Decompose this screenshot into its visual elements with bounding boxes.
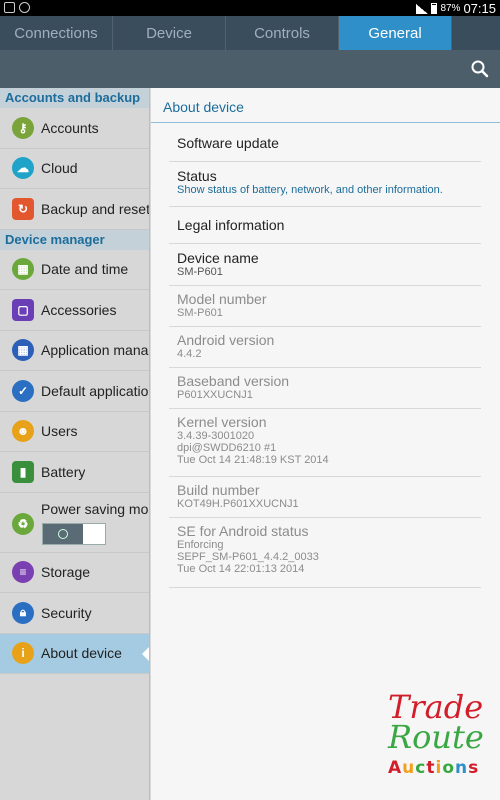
battery-icon: ▮ [12,460,34,483]
about-list: Software update Status Show status of ba… [169,125,481,588]
sidebar-item-label: Security [41,604,92,621]
sidebar-item-label: Accounts [41,119,99,136]
kernel-version-row: Kernel version 3.4.39-3001020 dpi@SWDD62… [169,409,481,477]
settings-sidebar: Accounts and backup ⚷ Accounts ☁ Cloud ↻… [0,88,150,800]
sidebar-item-power-saving-mode[interactable]: ♻ Power saving mode [0,493,149,553]
row-value: 4.4.2 [177,348,202,360]
software-update-row[interactable]: Software update [169,125,481,162]
sidebar-item-label: About device [41,645,122,662]
info-icon: i [12,642,34,665]
sidebar-item-cloud[interactable]: ☁ Cloud [0,149,149,189]
row-title: Kernel version [177,414,267,430]
row-title: Build number [177,482,260,498]
tab-connections[interactable]: Connections [0,16,113,50]
row-title: Android version [177,332,275,348]
row-value: Enforcing [177,539,224,551]
signal-icon [416,3,429,14]
power-saving-icon: ♻ [12,512,34,535]
sidebar-item-about-device[interactable]: i About device [0,633,149,674]
row-value: SM-P601 [177,307,223,319]
sidebar-item-label: Users [41,423,78,440]
row-value: SM-P601 [177,266,223,278]
lock-icon: 🔒︎ [12,601,34,624]
row-title: Baseband version [177,373,290,389]
app-grid-icon: ▦ [12,339,34,362]
sidebar-item-users[interactable]: ☻ Users [0,412,149,452]
se-android-status-row: SE for Android status Enforcing SEPF_SM-… [169,518,481,588]
calendar-icon: ▦ [12,258,34,281]
sidebar-item-label: Application manager [41,342,149,359]
sidebar-item-label: Date and time [41,261,129,278]
sidebar-item-storage[interactable]: ≡ Storage [0,553,149,593]
model-number-row: Model number SM-P601 [169,286,481,327]
sidebar-item-label: Backup and reset [41,200,149,217]
sidebar-item-accounts[interactable]: ⚷ Accounts [0,108,149,149]
sidebar-item-security[interactable]: 🔒︎ Security [0,593,149,634]
row-value: SEPF_SM-P601_4.4.2_0033 [177,551,319,563]
tab-bar-filler [452,16,500,50]
toggle-knob [43,523,83,544]
row-title: Status [177,168,217,184]
row-value: 3.4.39-3001020 [177,430,255,442]
sidebar-item-date-and-time[interactable]: ▦ Date and time [0,250,149,290]
sync-notification-icon [19,2,30,13]
row-title: Device name [177,250,259,266]
sidebar-item-label: Default applications [41,382,149,399]
key-icon: ⚷ [12,116,34,139]
sidebar-item-default-applications[interactable]: ✓ Default applications [0,371,149,412]
android-version-row: Android version 4.4.2 [169,327,481,368]
row-value: Tue Oct 14 22:01:13 2014 [177,563,305,575]
screenshot-notification-icon [4,2,15,13]
tab-general[interactable]: General [339,16,452,50]
row-value: dpi@SWDD6210 #1 [177,442,277,454]
row-title: SE for Android status [177,523,309,539]
action-bar [0,50,500,88]
tab-device[interactable]: Device [113,16,226,50]
tab-controls[interactable]: Controls [226,16,339,50]
default-apps-icon: ✓ [12,379,34,402]
sidebar-item-label: Accessories [41,301,117,318]
sidebar-item-label: Cloud [41,160,78,177]
row-subtitle: Show status of battery, network, and oth… [177,184,443,196]
sidebar-item-label: Power saving mode [41,500,149,517]
baseband-version-row: Baseband version P601XXUCNJ1 [169,368,481,409]
backup-icon: ↻ [12,197,34,220]
legal-information-row[interactable]: Legal information [169,207,481,244]
settings-tab-bar: Connections Device Controls General [0,16,500,50]
sidebar-item-label: Storage [41,564,91,581]
logo-line-3: Auctions [388,758,480,778]
power-saving-toggle[interactable] [42,522,106,545]
title-divider [151,122,500,123]
search-icon[interactable] [470,59,490,79]
device-name-row[interactable]: Device name SM-P601 [169,244,481,286]
page-title: About device [163,99,244,115]
build-number-row: Build number KOT49H.P601XXUCNJ1 [169,477,481,518]
row-value: Tue Oct 14 21:48:19 KST 2014 [177,454,329,466]
sidebar-item-application-manager[interactable]: ▦ Application manager [0,331,149,371]
logo-line-2: Route [388,718,484,756]
section-device-manager: Device manager [0,229,149,250]
storage-icon: ≡ [12,561,34,584]
section-accounts-and-backup: Accounts and backup [0,88,149,108]
battery-status-icon [431,3,438,14]
battery-percent: 87% [440,3,461,14]
clock: 07:15 [463,1,496,16]
row-title: Legal information [177,217,285,233]
trade-route-auctions-logo: Trade Route Auctions [388,688,488,784]
row-title: Software update [177,135,279,151]
sidebar-item-label: Battery [41,463,86,480]
accessories-icon: ▢ [12,298,34,321]
status-row[interactable]: Status Show status of battery, network, … [169,162,481,207]
row-title: Model number [177,291,267,307]
sidebar-item-accessories[interactable]: ▢ Accessories [0,290,149,331]
cloud-icon: ☁ [12,157,34,180]
sidebar-item-battery[interactable]: ▮ Battery [0,452,149,493]
row-value: KOT49H.P601XXUCNJ1 [177,498,299,510]
row-value: P601XXUCNJ1 [177,389,253,401]
sidebar-item-backup-and-reset[interactable]: ↻ Backup and reset [0,189,149,230]
status-bar: 87% 07:15 [0,0,500,16]
users-icon: ☻ [12,420,34,443]
